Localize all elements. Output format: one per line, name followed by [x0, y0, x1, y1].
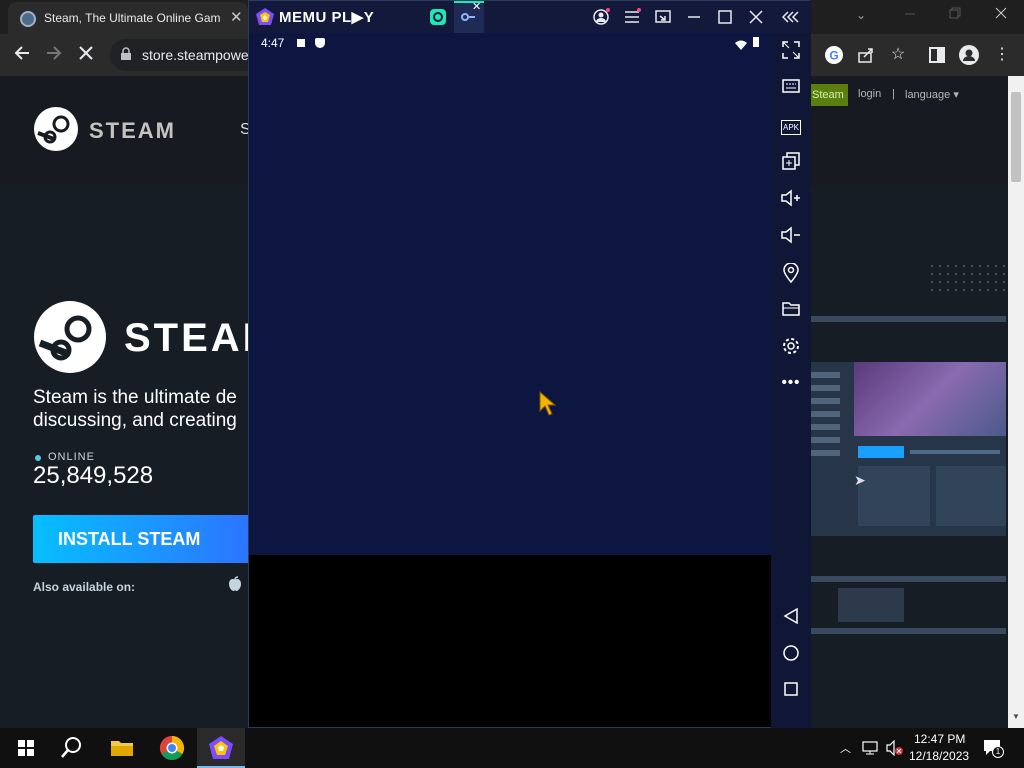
tab-close-icon[interactable]: ✕: [230, 8, 243, 26]
apk-icon[interactable]: APK: [780, 115, 802, 137]
apk-label: APK: [780, 120, 801, 135]
online-indicator-icon: [35, 455, 41, 461]
folder-icon[interactable]: [780, 300, 802, 322]
memu-taskbar-icon: [207, 734, 235, 762]
browser-tab[interactable]: Steam, The Ultimate Online Gam ✕: [8, 2, 248, 34]
more-icon[interactable]: •••: [780, 372, 802, 394]
mouse-cursor-icon: [539, 390, 557, 422]
clock-time[interactable]: 12:47 PM: [914, 732, 965, 746]
memu-sidebar: APK •••: [771, 33, 811, 729]
caret-down-icon: ▾: [953, 89, 959, 101]
steam-big-logo-icon: [34, 301, 106, 373]
install-steam-topbar-button[interactable]: Steam: [810, 84, 848, 106]
bookmark-star-icon[interactable]: ☆: [888, 45, 908, 65]
recents-icon[interactable]: [780, 681, 802, 703]
chrome-menu-icon[interactable]: ⋮: [992, 45, 1012, 65]
forward-arrow-icon[interactable]: [42, 44, 66, 67]
back-arrow-icon[interactable]: [10, 44, 34, 67]
bg-divider: [810, 316, 1006, 322]
account-icon[interactable]: [592, 8, 610, 26]
svg-text:G: G: [829, 49, 838, 63]
steam-logo-icon[interactable]: [34, 107, 78, 151]
volume-down-icon[interactable]: [780, 226, 802, 248]
android-status-time: 4:47: [261, 36, 285, 50]
volume-up-icon[interactable]: [780, 189, 802, 211]
windows-start-icon[interactable]: [12, 734, 40, 762]
minimize-icon[interactable]: [685, 8, 703, 26]
stop-loading-icon[interactable]: [74, 44, 98, 67]
apple-icon[interactable]: [228, 576, 242, 596]
network-icon[interactable]: [862, 740, 880, 761]
steam-big-logo-text: STEAM: [124, 316, 248, 360]
close-tab-icon[interactable]: ✕: [472, 0, 481, 13]
dots-decoration: [928, 262, 1006, 292]
memu-taskbar-active[interactable]: [197, 728, 245, 768]
scroll-down-arrow-icon[interactable]: ▼: [1012, 712, 1020, 721]
window-close-icon[interactable]: [994, 6, 1008, 20]
lock-icon: [120, 47, 132, 64]
tab-search-icon[interactable]: ⌄: [856, 8, 866, 22]
login-link[interactable]: login: [858, 88, 881, 100]
profile-avatar-icon[interactable]: [959, 45, 979, 65]
notification-badge: 1: [992, 746, 1004, 758]
screen-record-icon[interactable]: [654, 8, 672, 26]
window-restore-icon[interactable]: [948, 6, 962, 20]
location-icon[interactable]: [780, 262, 802, 285]
steam-logo-text[interactable]: STEAM: [89, 118, 176, 144]
language-dropdown[interactable]: language ▾: [905, 88, 959, 101]
client-preview-image: ➤: [810, 362, 1006, 536]
collapse-sidebar-icon[interactable]: [781, 8, 799, 26]
windows-taskbar: ︿ 12:47 PM 12/18/2023 1: [0, 728, 1024, 768]
language-label: language: [905, 89, 951, 101]
fullscreen-icon[interactable]: [780, 41, 802, 63]
side-panel-icon[interactable]: [927, 45, 947, 65]
chrome-icon[interactable]: [158, 734, 186, 762]
bg-divider-2: [810, 576, 1006, 582]
maximize-icon[interactable]: [716, 8, 734, 26]
online-count: 25,849,528: [33, 462, 154, 489]
cursor-preview-icon: ➤: [854, 472, 866, 488]
scrollbar-thumb[interactable]: [1011, 92, 1021, 182]
also-available-label: Also available on:: [33, 580, 136, 594]
show-hidden-icons-icon[interactable]: ︿: [840, 740, 851, 756]
install-steam-button[interactable]: INSTALL STEAM: [33, 515, 253, 563]
notification-a-icon: [297, 39, 305, 47]
app-tab-icon[interactable]: [429, 8, 447, 26]
close-icon[interactable]: [747, 8, 765, 26]
shield-icon: [315, 38, 325, 48]
bg-divider-3: [810, 628, 1006, 634]
window-minimize-icon[interactable]: [903, 6, 917, 20]
memu-logo-icon: [255, 7, 275, 27]
wifi-icon: [735, 37, 747, 55]
google-icon[interactable]: G: [824, 45, 844, 65]
url-text: store.steampowe: [142, 47, 249, 63]
topbar-separator: |: [892, 88, 895, 100]
android-screen[interactable]: 4:47: [249, 33, 771, 555]
share-icon[interactable]: [856, 45, 876, 65]
keyboard-icon[interactable]: [780, 78, 802, 100]
memu-titlebar[interactable]: MEMU PL▶Y ✕: [249, 1, 811, 33]
home-icon[interactable]: [780, 644, 802, 666]
memu-emulator-window[interactable]: MEMU PL▶Y ✕ 4:47 APK •••: [248, 0, 811, 729]
notification-center-icon[interactable]: 1: [982, 738, 1004, 763]
back-icon[interactable]: [780, 607, 802, 629]
steam-description: Steam is the ultimate de discussing, and…: [33, 387, 237, 431]
bg-box: [838, 588, 904, 622]
settings-icon[interactable]: [780, 337, 802, 359]
multi-instance-icon[interactable]: [780, 152, 802, 174]
search-icon[interactable]: [58, 734, 86, 762]
memu-logo-text: MEMU PL▶Y: [279, 9, 375, 26]
clock-date[interactable]: 12/18/2023: [909, 749, 969, 763]
page-scrollbar[interactable]: ▼: [1008, 76, 1024, 728]
volume-muted-icon[interactable]: [886, 739, 904, 761]
menu-icon[interactable]: [623, 8, 641, 26]
file-explorer-icon[interactable]: [108, 734, 136, 762]
tab-title: Steam, The Ultimate Online Gam: [44, 11, 221, 25]
steam-favicon-icon: [20, 11, 36, 27]
battery-icon: [753, 37, 759, 47]
